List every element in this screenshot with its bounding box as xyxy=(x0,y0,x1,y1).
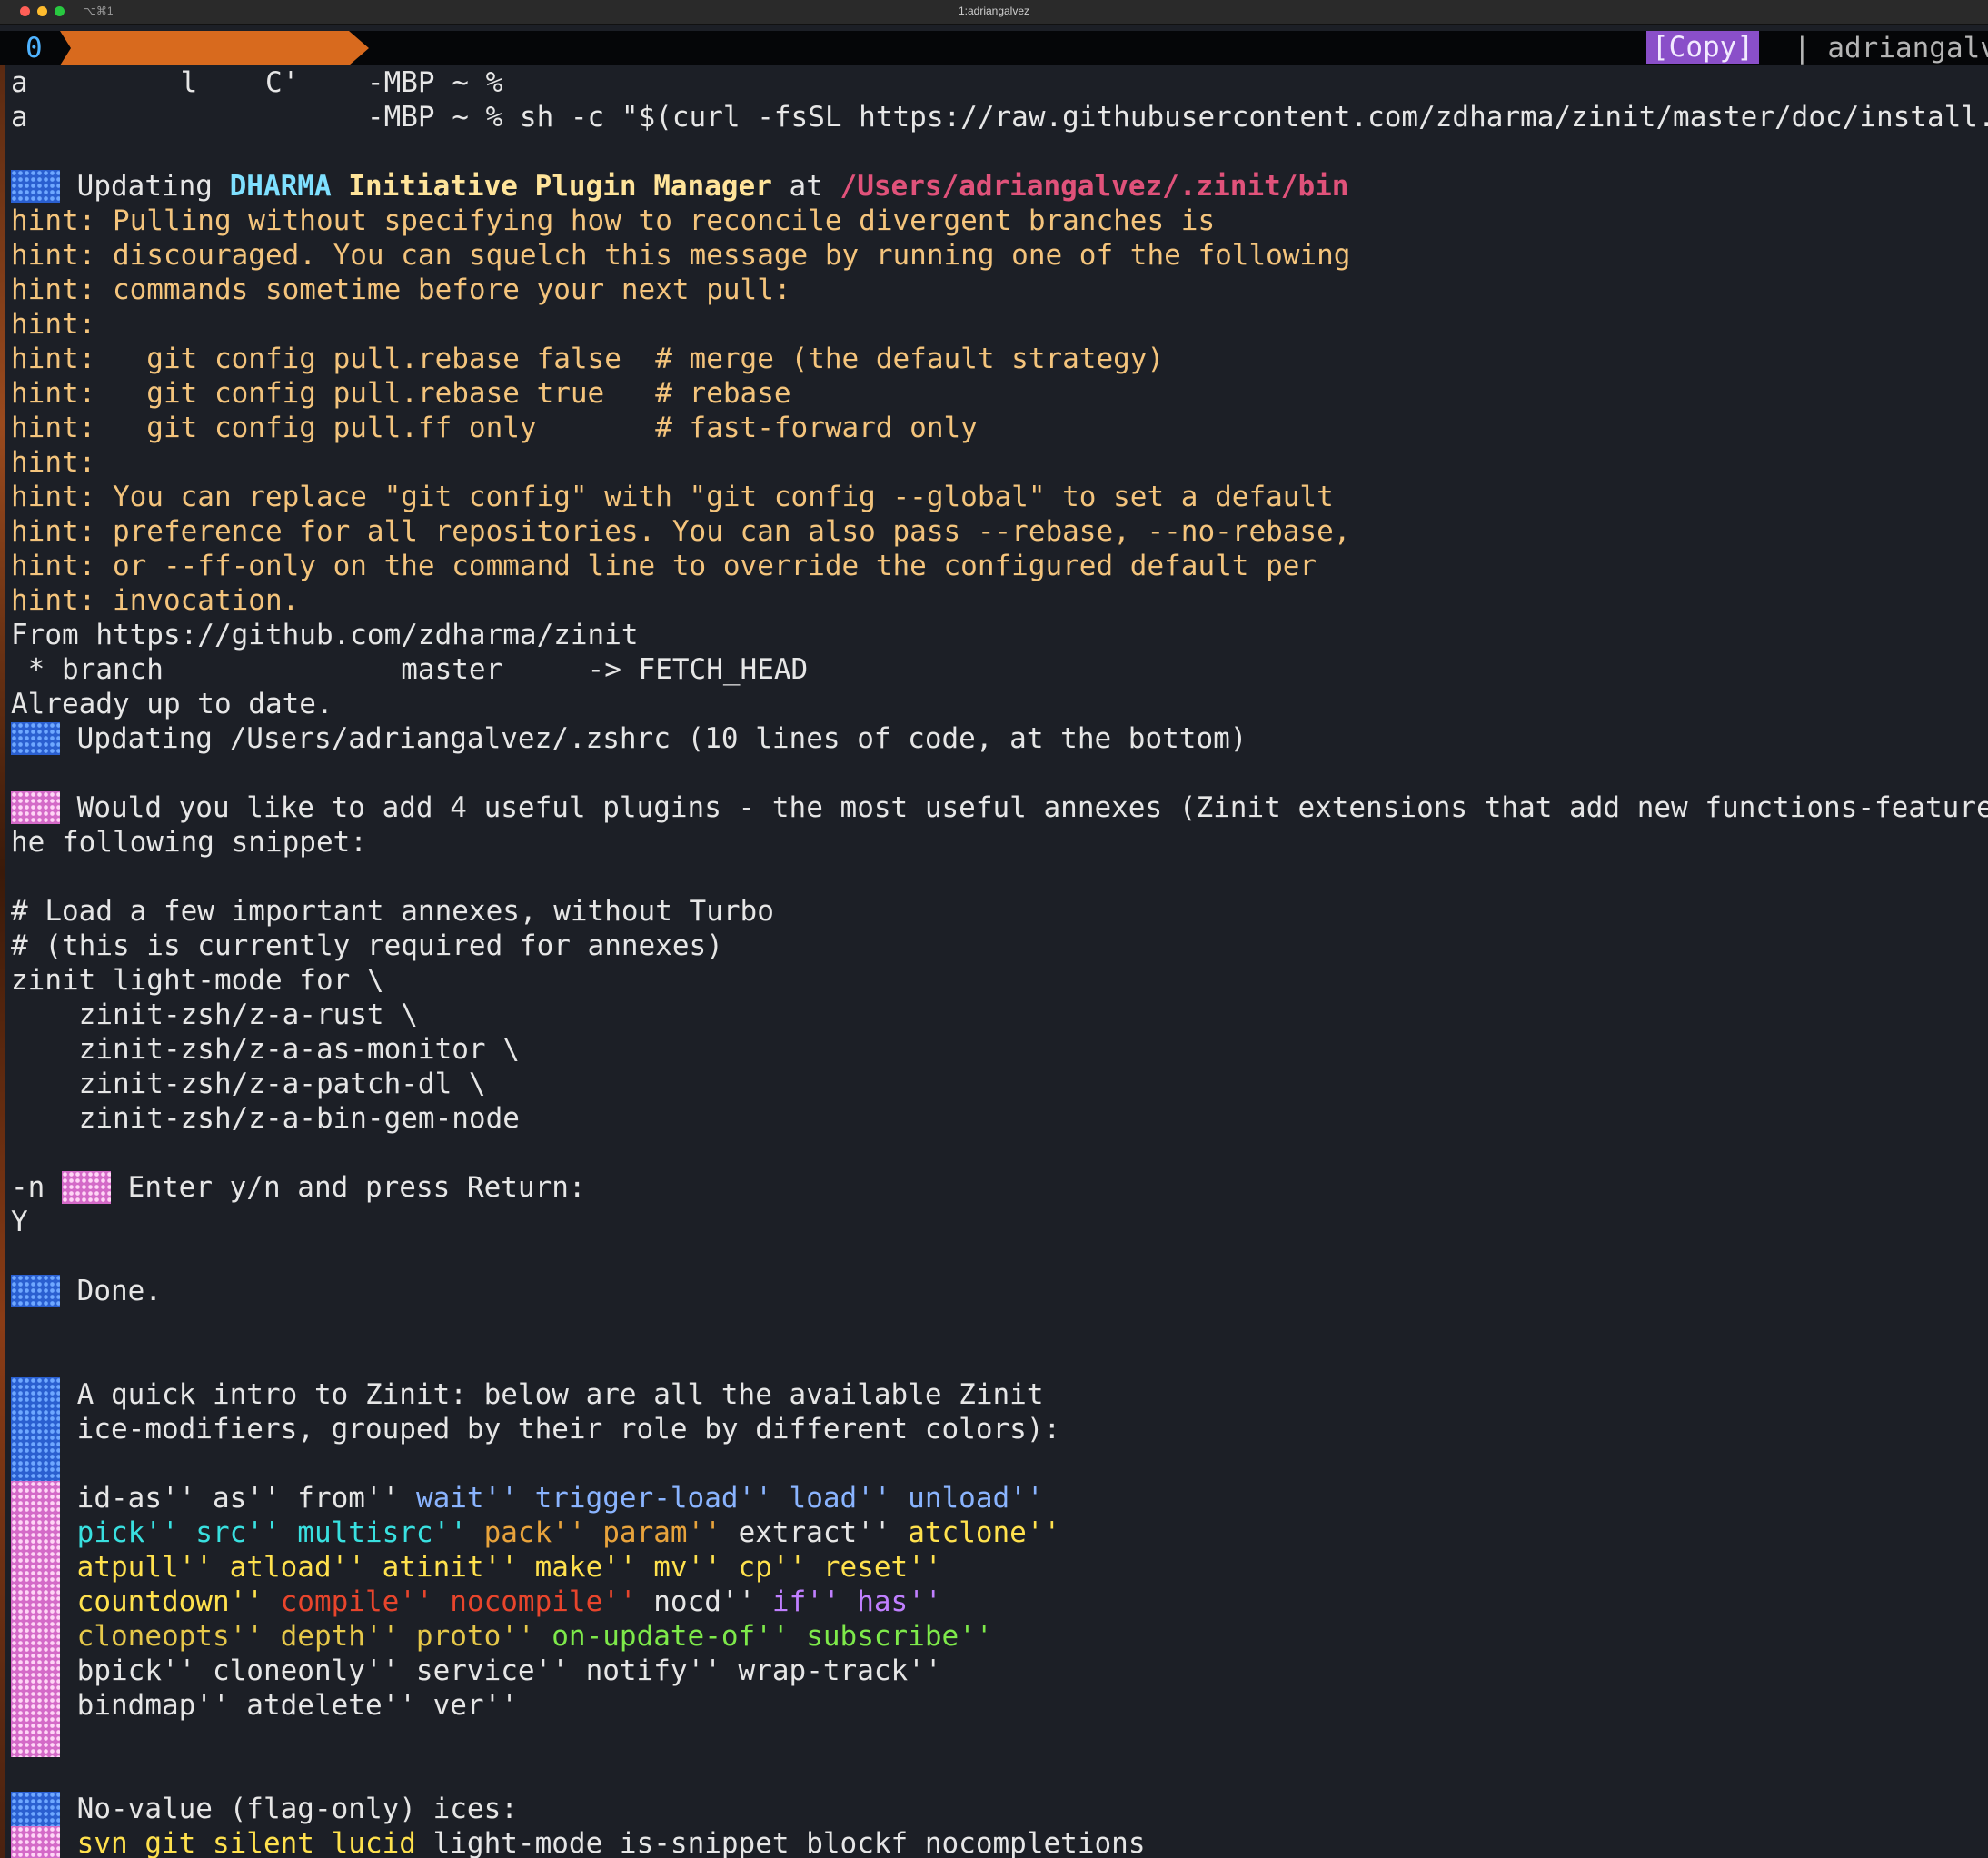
hint-line: hint: xyxy=(11,446,96,479)
code-line: zinit-zsh/z-a-patch-dl \ xyxy=(11,1068,486,1100)
update-zshrc-line: Updating /Users/adriangalvez/.zshrc (10 … xyxy=(11,721,1247,756)
ice-line: cloneopts'' depth'' proto'' on-update-of… xyxy=(60,1619,993,1654)
no-value-header: No-value (flag-only) ices: xyxy=(60,1793,518,1825)
git-from-line: From https://github.com/zdharma/zinit xyxy=(11,619,639,651)
ice-line: pick'' src'' multisrc'' pack'' param'' e… xyxy=(60,1515,1061,1550)
ice-segment: bindmap'' atdelete'' ver'' xyxy=(60,1689,518,1722)
code-line: # (this is currently required for annexe… xyxy=(11,929,723,962)
code-line: # Load a few important annexes, without … xyxy=(11,895,774,928)
ice-line: countdown'' compile'' nocompile'' nocd''… xyxy=(60,1585,942,1619)
zinit-blue-block-icon xyxy=(11,170,60,203)
title-bar: ⌥⌘1 1:adriangalvez xyxy=(0,0,1988,25)
flag-segment: light-mode is-snippet blockf nocompletio… xyxy=(432,1827,1146,1858)
done-line: Done. xyxy=(11,1274,162,1308)
window-title: 1:adriangalvez xyxy=(958,5,1030,17)
ice-segment: wait'' trigger-load'' load'' unload'' xyxy=(415,1482,1044,1515)
window-edge xyxy=(0,65,5,1858)
active-window-tab[interactable] xyxy=(60,31,369,65)
hint-line: hint: preference for all repositories. Y… xyxy=(11,515,1351,548)
hint-line: hint: commands sometime before your next… xyxy=(11,273,791,306)
ice-line: id-as'' as'' from'' wait'' trigger-load'… xyxy=(60,1481,1044,1515)
zinit-blue-block-icon xyxy=(11,1275,60,1307)
zinit-pink-block-icon xyxy=(11,1826,60,1858)
update-line: Updating DHARMA Initiative Plugin Manage… xyxy=(11,169,1348,204)
prompt-line: a l C' -MBP ~ % xyxy=(11,66,503,99)
ice-segment: atpull'' atload'' atinit'' make'' mv'' c… xyxy=(60,1551,942,1584)
ice-segment: cloneopts'' depth'' proto'' xyxy=(60,1620,552,1653)
ice-segment: bpick'' cloneonly'' service'' notify'' w… xyxy=(60,1654,942,1687)
flag-line: svn git silent lucid light-mode is-snipp… xyxy=(60,1826,1146,1858)
tmux-status-bar: 0 [Copy] | adriangalv xyxy=(0,31,1988,65)
git-branch-line: * branch master -> FETCH_HEAD xyxy=(11,653,809,686)
ice-line: bpick'' cloneonly'' service'' notify'' w… xyxy=(60,1654,942,1688)
ice-segment: nocd'' xyxy=(653,1585,772,1618)
hint-line: hint: xyxy=(11,308,96,341)
ice-segment: countdown'' xyxy=(60,1585,281,1618)
hint-line: hint: discouraged. You can squelch this … xyxy=(11,239,1351,272)
host-label: | adriangalv xyxy=(1794,32,1988,65)
enter-prompt-line: -n Enter y/n and press Return: xyxy=(11,1171,586,1204)
zinit-pink-block-icon xyxy=(62,1171,111,1204)
flag-segment: svn git silent lucid xyxy=(60,1827,433,1858)
hint-line: hint: or --ff-only on the command line t… xyxy=(11,550,1317,582)
ice-segment: on-update-of'' subscribe'' xyxy=(552,1620,993,1653)
hint-line: hint: Pulling without specifying how to … xyxy=(11,204,1216,237)
ice-segment: pick'' src'' multisrc'' xyxy=(60,1516,484,1549)
zinit-blue-block-icon xyxy=(11,722,60,755)
intro-line: A quick intro to Zinit: below are all th… xyxy=(60,1378,1044,1411)
ice-segment: id-as'' as'' from'' xyxy=(60,1482,416,1515)
command-line: a -MBP ~ % sh -c "$(curl -fsSL https://r… xyxy=(11,101,1988,134)
code-line: zinit-zsh/z-a-as-monitor \ xyxy=(11,1033,520,1066)
zinit-pink-block-icon xyxy=(11,1481,60,1757)
ice-segment: atclone'' xyxy=(908,1516,1061,1549)
intro-line: ice-modifiers, grouped by their role by … xyxy=(60,1413,1061,1446)
hint-line: hint: git config pull.rebase true # reba… xyxy=(11,377,791,410)
code-line: zinit-zsh/z-a-rust \ xyxy=(11,999,418,1031)
hint-line: hint: invocation. xyxy=(11,584,300,617)
copy-mode-badge: [Copy] xyxy=(1646,31,1759,64)
window-number[interactable]: 0 xyxy=(25,32,43,65)
zinit-blue-block-icon xyxy=(11,1792,60,1826)
plugins-question-line: Would you like to add 4 useful plugins -… xyxy=(11,790,1988,825)
hint-line: hint: git config pull.rebase false # mer… xyxy=(11,343,1165,375)
ice-line: atpull'' atload'' atinit'' make'' mv'' c… xyxy=(60,1550,942,1585)
code-line: zinit-zsh/z-a-bin-gem-node xyxy=(11,1102,520,1135)
zinit-pink-block-icon xyxy=(11,791,60,824)
hint-line: hint: git config pull.ff only # fast-for… xyxy=(11,412,978,444)
ice-segment: if'' has'' xyxy=(771,1585,942,1618)
answer-line: Y xyxy=(11,1206,28,1238)
zinit-blue-block-icon xyxy=(11,1377,60,1481)
snippet-line: he following snippet: xyxy=(11,826,367,859)
ice-segment: compile'' nocompile'' xyxy=(280,1585,654,1618)
terminal-output[interactable]: a l C' -MBP ~ % a -MBP ~ % sh -c "$(curl… xyxy=(11,65,1988,1858)
git-status-line: Already up to date. xyxy=(11,688,333,720)
ice-segment: pack'' param'' xyxy=(483,1516,739,1549)
ice-segment: extract'' xyxy=(738,1516,909,1549)
hint-line: hint: You can replace "git config" with … xyxy=(11,481,1334,513)
ice-line: bindmap'' atdelete'' ver'' xyxy=(60,1688,518,1723)
code-line: zinit light-mode for \ xyxy=(11,964,384,997)
